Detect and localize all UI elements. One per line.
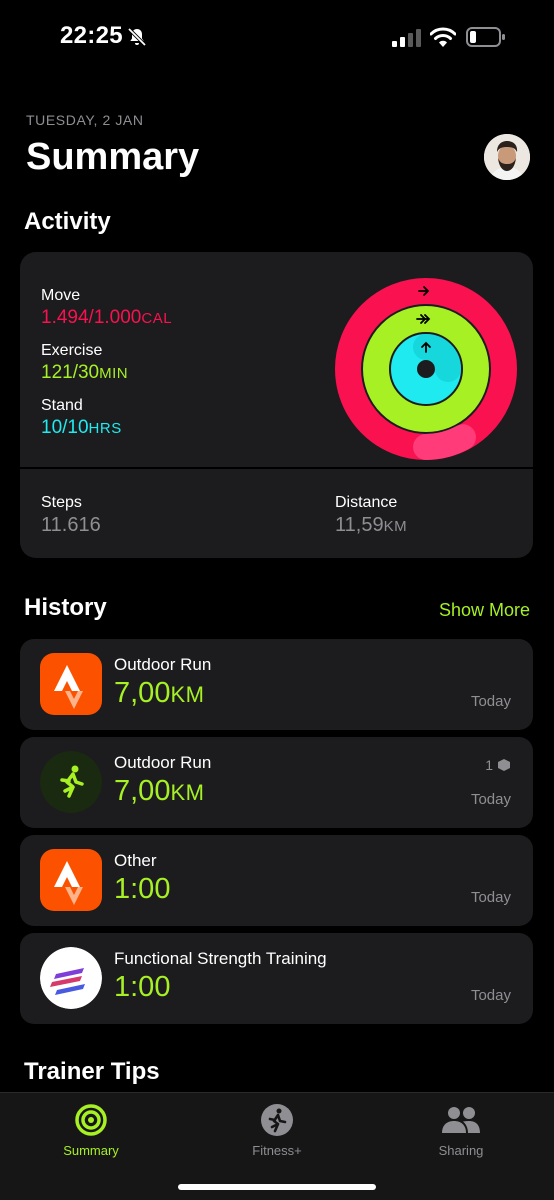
history-row[interactable]: Functional Strength Training 1:00 Today — [20, 933, 533, 1024]
page-title: Summary — [26, 136, 200, 178]
cube-icon — [498, 759, 510, 771]
row-date: Today — [470, 889, 511, 906]
strava-icon — [40, 849, 102, 911]
bell-slash-icon — [127, 27, 147, 47]
steps-label: Steps — [41, 494, 82, 511]
status-bar: 22:25 — [0, 0, 554, 76]
row-value: 7,00KM — [114, 677, 205, 709]
steps-value: 11.616 — [41, 514, 101, 536]
people-icon — [442, 1107, 480, 1133]
row-date: Today — [470, 791, 511, 808]
avatar[interactable] — [484, 134, 530, 180]
trainer-tips-section-title: Trainer Tips — [24, 1058, 160, 1085]
row-value: 1:00 — [114, 971, 171, 1003]
stand-label: Stand — [41, 397, 83, 414]
row-title: Other — [114, 851, 157, 870]
show-more-link[interactable]: Show More — [439, 600, 530, 621]
outdoor-run-icon — [40, 751, 102, 813]
row-title: Functional Strength Training — [114, 949, 327, 968]
tab-label: Sharing — [438, 1143, 484, 1158]
strava-icon — [40, 653, 102, 715]
signal-icon — [392, 29, 421, 47]
activity-section-title: Activity — [24, 208, 111, 235]
tab-sharing[interactable]: Sharing — [401, 1103, 521, 1158]
battery-icon — [466, 27, 505, 47]
summary-rings-icon — [75, 1104, 107, 1136]
row-title: Outdoor Run — [114, 655, 212, 674]
row-title: Outdoor Run — [114, 753, 212, 772]
row-date: Today — [470, 693, 511, 710]
profile-photo-icon — [484, 134, 530, 180]
tab-label: Fitness+ — [252, 1143, 302, 1158]
tab-summary[interactable]: Summary — [31, 1103, 151, 1158]
history-row[interactable]: Outdoor Run 7,00KM 1 Today — [20, 737, 533, 828]
history-row[interactable]: Other 1:00 Today — [20, 835, 533, 926]
status-time: 22:25 — [60, 22, 123, 49]
distance-value: 11,59KM — [335, 514, 408, 536]
source-badge: 1 — [485, 757, 511, 773]
training-app-icon — [40, 947, 102, 1009]
exercise-value: 121/30MIN — [41, 362, 129, 383]
home-indicator[interactable] — [178, 1184, 376, 1190]
row-value: 1:00 — [114, 873, 171, 905]
activity-card[interactable]: Move 1.494/1.000CAL Exercise 121/30MIN S… — [20, 252, 533, 558]
row-value: 7,00KM — [114, 775, 205, 807]
tab-fitness-plus[interactable]: Fitness+ — [217, 1103, 337, 1158]
row-date: Today — [470, 987, 511, 1004]
date-label: TUESDAY, 2 JAN — [26, 112, 144, 128]
distance-label: Distance — [335, 494, 398, 511]
tab-label: Summary — [63, 1143, 119, 1158]
wifi-icon — [430, 27, 456, 47]
activity-rings[interactable] — [333, 276, 519, 462]
source-count: 1 — [485, 757, 493, 773]
stand-value: 10/10HRS — [41, 417, 122, 438]
move-label: Move — [41, 287, 81, 304]
move-value: 1.494/1.000CAL — [41, 307, 173, 328]
fitness-plus-icon — [261, 1104, 293, 1136]
history-row[interactable]: Outdoor Run 7,00KM Today — [20, 639, 533, 730]
card-divider — [20, 467, 533, 469]
history-section-title: History — [24, 594, 107, 621]
exercise-label: Exercise — [41, 342, 103, 359]
